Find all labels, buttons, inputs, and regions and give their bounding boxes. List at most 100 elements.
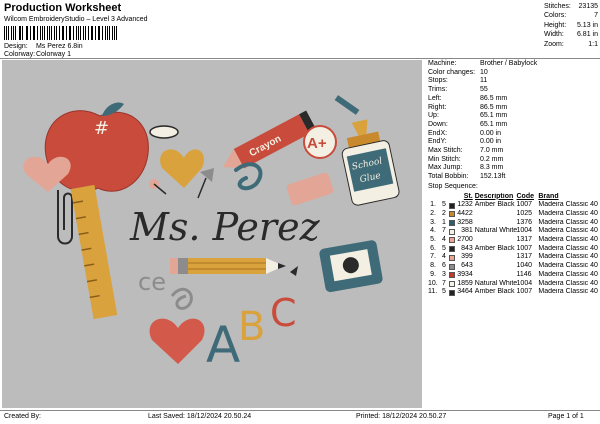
- row-stitches: 3464: [457, 288, 473, 296]
- design-stats: Stitches: 23135 Colors: 7 Height: 5.13 in W…: [544, 2, 598, 49]
- thread-color-swatch: [448, 228, 455, 235]
- col-desc: Description: [474, 192, 514, 200]
- row-description: Amber Black: [474, 288, 515, 296]
- stat-row: Stitches: 23135: [544, 2, 598, 11]
- thread-color-swatch: [448, 272, 455, 279]
- barcode-bar: [116, 26, 117, 40]
- row-description: Natural White: [474, 279, 517, 287]
- colorway-row: Colorway: Colorway 1: [4, 51, 71, 58]
- design-row: Design: Ms Perez 6.8in: [4, 43, 83, 50]
- thread-color-swatch: [448, 211, 455, 218]
- red-heart-icon: [149, 318, 205, 364]
- loop-line: [170, 287, 193, 310]
- row-brand: Madeira Classic 40: [538, 279, 598, 287]
- colorway-value: Colorway 1: [35, 51, 71, 58]
- stat-label: Height:: [544, 21, 567, 29]
- barcode-bar: [76, 26, 77, 40]
- barcode-bar: [11, 26, 12, 40]
- info-label: Right:: [428, 103, 447, 111]
- col-code: Code: [516, 192, 535, 200]
- info-label: EndY:: [428, 138, 447, 146]
- thread-color-swatch: [448, 289, 455, 296]
- design-info-panel: Machine: Brother / Babylock Color changes:…: [428, 60, 598, 297]
- info-row: Left: 86.5 mm: [428, 95, 598, 104]
- row-index: 7.: [430, 253, 436, 261]
- row-index: 5.: [430, 236, 436, 244]
- footer-divider: [0, 410, 600, 411]
- barcode-bar: [84, 26, 86, 40]
- barcode-bar: [92, 26, 93, 40]
- row-index: 2.: [430, 209, 436, 217]
- stat-value: 1:1: [588, 40, 598, 48]
- artwork-svg: # Crayon A+ School Glue Ms. Perez ce A B…: [23, 95, 400, 374]
- stat-label: Width:: [544, 31, 564, 39]
- row-brand: Madeira Classic 40: [538, 288, 598, 296]
- ruler-icon: [70, 184, 118, 320]
- row-stop: 4: [441, 236, 446, 244]
- thread-color-swatch: [448, 237, 455, 244]
- row-brand: Madeira Classic 40: [538, 253, 598, 261]
- row-index: 6.: [430, 244, 436, 252]
- stat-label: Stitches:: [544, 3, 571, 10]
- barcode-bar: [70, 26, 71, 40]
- info-label: Trims:: [428, 86, 448, 94]
- row-stitches: 3258: [457, 218, 473, 226]
- sharpener-icon: [319, 240, 383, 293]
- info-row: Down: 65.1 mm: [428, 121, 598, 130]
- info-label: Total Bobbin:: [428, 173, 469, 181]
- row-stop: 7: [442, 279, 446, 287]
- info-row: Min Stitch: 0.2 mm: [428, 156, 598, 165]
- glue-bottle-icon: School Glue: [341, 119, 400, 206]
- info-value: 11: [480, 77, 488, 85]
- stat-row: Zoom: 1:1: [544, 40, 598, 49]
- row-stitches: 643: [461, 262, 473, 270]
- info-label: Min Stitch:: [428, 155, 461, 163]
- paperclip-icon: [57, 190, 73, 245]
- name-text: Ms. Perez: [129, 205, 321, 249]
- swirl-icon: [234, 162, 263, 191]
- row-stitches: 4422: [457, 209, 473, 217]
- stop-sequence-row: 4. 7 381 Natural White 1004 Madeira Classic 4…: [428, 227, 598, 236]
- row-index: 9.: [430, 270, 436, 278]
- row-stop: 5: [441, 201, 446, 209]
- pushpin-icon: [149, 179, 167, 195]
- row-stop: 4: [441, 253, 446, 261]
- row-index: 4.: [430, 227, 436, 235]
- lips-icon: [149, 125, 179, 139]
- info-label: Down:: [428, 120, 448, 128]
- info-value: 86.5 mm: [480, 94, 508, 102]
- info-label: Max Jump:: [428, 164, 463, 172]
- stat-label: Colors:: [544, 12, 567, 20]
- header-divider: [0, 58, 600, 59]
- row-brand: Madeira Classic 40: [538, 209, 598, 217]
- row-stop: 1: [441, 218, 446, 226]
- row-stop: 5: [442, 288, 446, 296]
- row-code: 1007: [516, 244, 533, 252]
- row-brand: Madeira Classic 40: [538, 270, 598, 278]
- design-label: Design:: [4, 43, 28, 50]
- info-value: 55: [480, 86, 488, 94]
- row-code: 1025: [516, 209, 533, 217]
- info-row: Machine: Brother / Babylock: [428, 60, 598, 69]
- colorway-label: Colorway:: [4, 51, 36, 58]
- barcode-bar: [77, 26, 79, 40]
- design-preview: # Crayon A+ School Glue Ms. Perez ce A B…: [2, 60, 422, 408]
- info-row: Trims: 55: [428, 86, 598, 95]
- abc-letter-c: C: [270, 291, 297, 335]
- info-label: Color changes:: [428, 68, 476, 76]
- page-title: Production Worksheet: [4, 2, 122, 14]
- row-stitches: 1859: [457, 279, 473, 287]
- info-label: EndX:: [428, 129, 448, 137]
- stop-sequence-row: 11. 5 3464 Amber Black 1007 Madeira Classic 4…: [428, 288, 598, 297]
- stat-value: 5.13 in: [576, 21, 598, 29]
- stat-value: 6.81 in: [576, 31, 598, 39]
- row-code: 1007: [516, 288, 533, 296]
- thread-color-swatch: [448, 280, 455, 287]
- thread-color-swatch: [448, 202, 455, 209]
- row-code: 1004: [516, 227, 533, 235]
- info-value: Brother / Babylock: [480, 60, 538, 67]
- row-stitches: 399: [461, 253, 473, 261]
- info-value: 65.1 mm: [480, 112, 508, 120]
- thread-color-swatch: [448, 246, 455, 253]
- abc-letter-b: B: [238, 304, 265, 350]
